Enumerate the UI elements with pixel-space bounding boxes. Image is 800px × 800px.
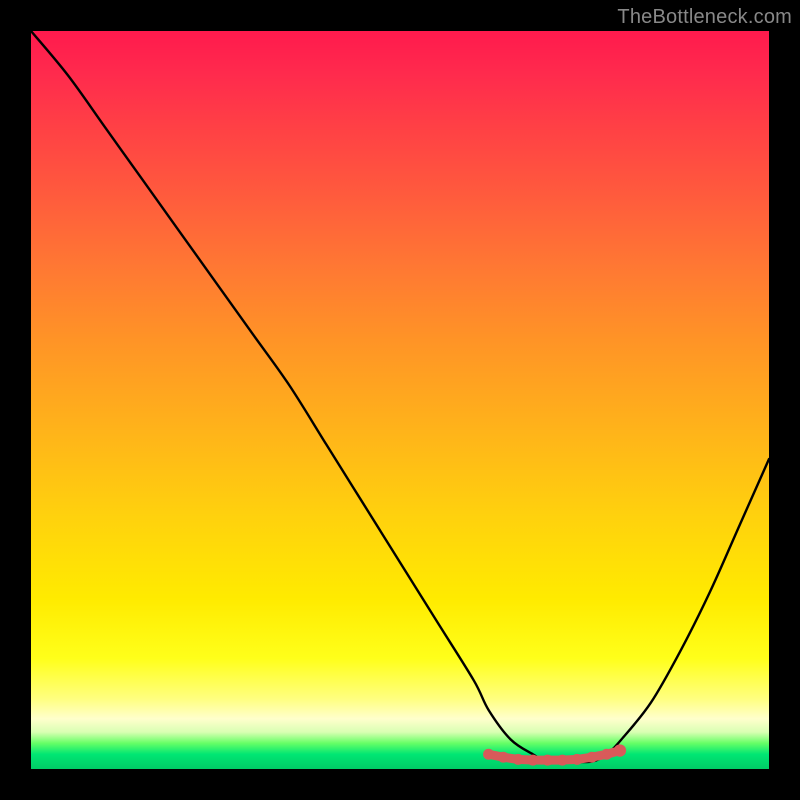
watermark-text: TheBottleneck.com: [617, 6, 792, 29]
optimal-markers: [483, 744, 626, 765]
optimal-marker-dot: [601, 749, 612, 760]
plot-area: [31, 31, 769, 769]
chart-container: TheBottleneck.com: [0, 0, 800, 800]
bottleneck-curve-path: [31, 31, 769, 762]
optimal-marker-dot: [572, 754, 583, 765]
optimal-marker-dot: [483, 749, 494, 760]
optimal-marker-dot: [614, 744, 626, 756]
chart-svg: [31, 31, 769, 769]
optimal-marker-dot: [557, 755, 568, 766]
optimal-marker-dot: [542, 755, 553, 766]
optimal-marker-dot: [498, 752, 509, 763]
optimal-marker-dot: [527, 755, 538, 766]
optimal-marker-dot: [586, 752, 597, 763]
optimal-marker-dot: [513, 754, 524, 765]
